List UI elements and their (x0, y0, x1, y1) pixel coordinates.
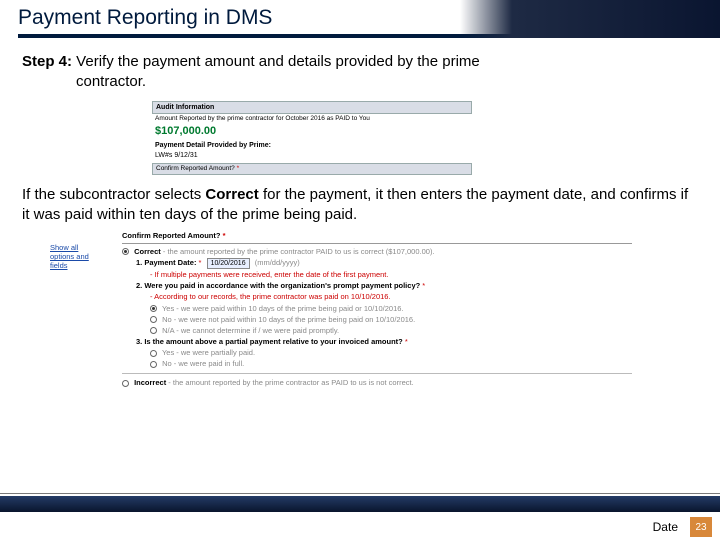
radio-icon (150, 350, 157, 357)
required-star: * (405, 337, 408, 346)
form-divider (122, 373, 632, 374)
audit-confirm-label: Confirm Reported Amount? (156, 165, 235, 172)
step-text-2: contractor. (22, 72, 698, 92)
incorrect-label: Incorrect (134, 378, 166, 387)
audit-reported-line: Amount Reported by the prime contractor … (152, 114, 472, 124)
para2-a: If the subcontractor selects (22, 186, 205, 203)
step-label: Step 4: (22, 53, 72, 70)
audit-info-screenshot: Audit Information Amount Reported by the… (152, 101, 472, 175)
q2-opt-no[interactable]: No - we were not paid within 10 days of … (122, 315, 632, 325)
q3-opt-yes[interactable]: Yes - we were partially paid. (122, 348, 632, 358)
radio-icon (150, 361, 157, 368)
required-star: * (237, 165, 240, 172)
audit-detail-label: Payment Detail Provided by Prime: (152, 140, 472, 151)
radio-icon (122, 248, 129, 255)
radio-icon (150, 327, 157, 334)
show-all-link[interactable]: Show all options and fields (50, 243, 100, 270)
q1-note: - If multiple payments were received, en… (122, 270, 632, 280)
q1-row: 1. Payment Date: * 10/20/2016 (mm/dd/yyy… (122, 258, 632, 269)
audit-heading: Audit Information (152, 101, 472, 114)
radio-icon (122, 380, 129, 387)
q2-opt-na[interactable]: N/A - we cannot determine if / we were p… (122, 326, 632, 336)
q3-no-text: No - we were paid in full. (162, 359, 244, 368)
page-number: 23 (690, 517, 712, 537)
q2-note: - According to our records, the prime co… (122, 292, 632, 302)
slide-body: Step 4: Verify the payment amount and de… (0, 38, 720, 388)
q3-opt-no[interactable]: No - we were paid in full. (122, 359, 632, 369)
page-title: Payment Reporting in DMS (0, 0, 720, 34)
option-correct[interactable]: Correct - the amount reported by the pri… (122, 247, 632, 257)
audit-amount: $107,000.00 (152, 124, 472, 140)
radio-icon (150, 305, 157, 312)
correct-rest: - the amount reported by the prime contr… (161, 247, 435, 256)
form-heading-text: Confirm Reported Amount? (122, 231, 220, 240)
q3-yes-text: Yes - we were partially paid. (162, 348, 255, 357)
payment-date-input[interactable]: 10/20/2016 (207, 258, 250, 269)
footer-band (0, 496, 720, 512)
footer-rule (0, 493, 720, 494)
q3-label: 3. Is the amount above a partial payment… (136, 337, 403, 346)
q2-row: 2. Were you paid in accordance with the … (122, 281, 632, 291)
q2-opt-yes[interactable]: Yes - we were paid within 10 days of the… (122, 304, 632, 314)
explanation-paragraph: If the subcontractor selects Correct for… (22, 185, 698, 226)
q1-label: 1. Payment Date: (136, 258, 196, 267)
required-star: * (199, 258, 202, 267)
confirm-form-screenshot: Show all options and fields Confirm Repo… (122, 231, 632, 388)
q2-label: 2. Were you paid in accordance with the … (136, 281, 420, 290)
radio-icon (150, 316, 157, 323)
form-heading: Confirm Reported Amount? * (122, 231, 632, 243)
audit-lw: LW#s 9/12/31 (152, 151, 472, 162)
q3-row: 3. Is the amount above a partial payment… (122, 337, 632, 347)
required-star: * (422, 281, 425, 290)
incorrect-rest: - the amount reported by the prime contr… (166, 378, 413, 387)
step-heading: Step 4: Verify the payment amount and de… (22, 52, 698, 93)
para2-bold: Correct (205, 186, 258, 203)
q2-yes-text: Yes - we were paid within 10 days of the… (162, 304, 404, 313)
step-text-1: Verify the payment amount and details pr… (72, 53, 480, 70)
correct-label: Correct (134, 247, 161, 256)
q1-hint: (mm/dd/yyyy) (255, 258, 300, 267)
footer-date: Date (653, 520, 678, 534)
required-star: * (223, 231, 226, 240)
option-incorrect[interactable]: Incorrect - the amount reported by the p… (122, 378, 632, 388)
q2-no-text: No - we were not paid within 10 days of … (162, 315, 415, 324)
footer: Date 23 (0, 514, 720, 540)
audit-confirm-row: Confirm Reported Amount? * (152, 163, 472, 175)
q2-na-text: N/A - we cannot determine if / we were p… (162, 326, 339, 335)
